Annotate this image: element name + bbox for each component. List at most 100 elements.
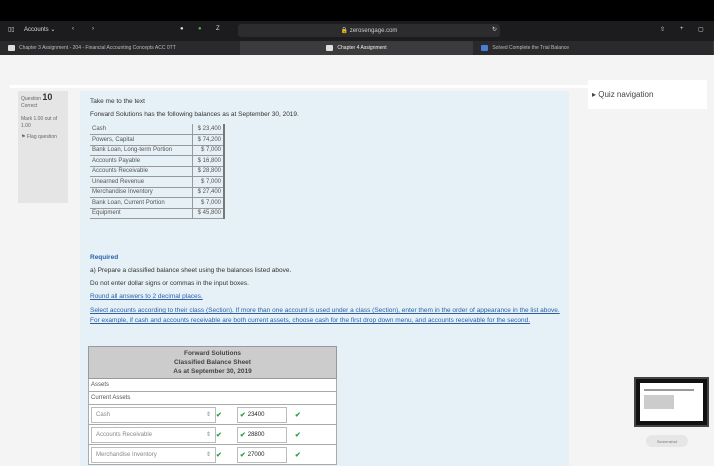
account-select[interactable]: Merchandise Inventory ⇕ [91, 446, 216, 463]
top-black-bar [0, 0, 714, 21]
check-icon: ✔ [294, 431, 301, 439]
account-input-row: Merchandise Inventory ⇕ ✔ ✔ 27000 ✔ [88, 445, 337, 465]
tab-chapter4[interactable]: Chapter 4 Assignment [240, 41, 474, 55]
balance-row: Merchandise Inventory $ 27,400 [90, 187, 225, 198]
required-heading: Required [90, 254, 119, 261]
question-content: Take me to the text Forward Solutions ha… [80, 91, 569, 466]
balance-row: Cash $ 23,400 [90, 124, 225, 135]
url-text: zerosengage.com [349, 27, 398, 34]
check-icon: ✔ [294, 451, 301, 459]
requirement-note-3: Select accounts according to their class… [90, 307, 560, 324]
balance-value: $ 7,000 [191, 145, 225, 156]
new-tab-icon[interactable]: + [680, 26, 684, 32]
quiz-navigation-label: Quiz navigation [598, 90, 654, 99]
extension-icon[interactable]: ● [198, 26, 202, 32]
select-arrow-icon: ⇕ [205, 412, 211, 418]
balance-row: Powers, Capital $ 74,200 [90, 134, 225, 146]
lock-icon: 🔒 [340, 28, 350, 34]
select-arrow-icon: ⇕ [205, 452, 211, 458]
reader-icon[interactable]: Z [216, 26, 220, 32]
balance-value: $ 28,800 [191, 166, 225, 177]
amount-input[interactable]: ✔ 27000 [236, 446, 287, 463]
prompt-text: Forward Solutions has the following bala… [90, 111, 299, 118]
account-select[interactable]: Cash ⇕ [91, 406, 216, 423]
requirement-note-1: Do not enter dollar signs or commas in t… [90, 280, 249, 287]
bs-title: Classified Balance Sheet [174, 359, 251, 366]
question-mark: Mark 1.00 out of 1.00 [21, 116, 58, 129]
flag-label: Flag question [26, 134, 57, 140]
check-icon: ✔ [216, 431, 222, 439]
balance-value: $ 45,800 [191, 208, 225, 219]
tab-chapter3[interactable]: Chapter 3 Assignment - 204 - Financial A… [0, 41, 241, 55]
quiz-navigation[interactable]: ▸ Quiz navigation [588, 80, 707, 109]
tab-overview-icon[interactable]: ▢ [698, 26, 704, 33]
tab-solved[interactable]: Solved Complete the Trial Balance [473, 41, 714, 55]
tab-label: Chapter 4 Assignment [337, 45, 387, 51]
account-input-row: Cash ⇕ ✔ ✔ 23400 ✔ [88, 405, 337, 425]
current-assets-label: Current Assets [91, 395, 131, 401]
amount-value: 28800 [247, 431, 265, 438]
amount-input[interactable]: ✔ 23400 [236, 406, 287, 423]
accounts-label: Accounts [24, 26, 49, 33]
account-select-value: Accounts Receivable [96, 431, 153, 438]
balance-row: Accounts Receivable $ 28,800 [90, 166, 225, 177]
question-label: Question [21, 96, 42, 102]
back-icon[interactable]: ‹ [72, 26, 74, 32]
shield-icon[interactable]: ● [180, 26, 184, 32]
balance-value: $ 16,800 [191, 155, 225, 167]
page: Question 10 Correct Mark 1.00 out of 1.0… [0, 55, 714, 466]
assets-row: Assets [88, 379, 337, 392]
screenshot-thumbnail[interactable] [634, 377, 709, 427]
balance-row: Equipment $ 45,800 [90, 208, 225, 219]
bs-date: As at September 30, 2019 [173, 368, 252, 375]
forward-icon[interactable]: › [92, 26, 94, 32]
balance-sheet-form: Forward Solutions Classified Balance She… [88, 346, 337, 465]
balance-account: Powers, Capital [90, 134, 192, 146]
screenshot-button[interactable]: Screenshot [646, 435, 688, 447]
balance-account: Cash [90, 124, 192, 135]
balance-row: Bank Loan, Current Portion $ 7,000 [90, 197, 225, 209]
balance-row: Unearned Revenue $ 7,000 [90, 176, 225, 188]
balance-row: Bank Loan, Long-term Portion $ 7,000 [90, 145, 225, 156]
intro-text: Take me to the text [90, 98, 145, 105]
balance-account: Unearned Revenue [90, 176, 192, 188]
accounts-menu[interactable]: Accounts ⌄ [24, 26, 55, 34]
balance-account: Bank Loan, Current Portion [90, 197, 192, 209]
assets-label: Assets [91, 382, 110, 388]
share-icon[interactable]: ⇧ [660, 26, 665, 33]
account-select-value: Merchandise Inventory [96, 451, 157, 458]
balance-account: Accounts Payable [90, 155, 192, 167]
address-bar[interactable]: 🔒 zerosengage.com [238, 24, 500, 37]
flag-question[interactable]: ⚑ Flag question [21, 134, 65, 141]
balance-value: $ 74,200 [191, 134, 225, 146]
tab-favicon [8, 45, 15, 51]
requirement-a: a) Prepare a classified balance sheet us… [90, 267, 292, 274]
reload-icon[interactable]: ↻ [492, 26, 497, 33]
balance-value: $ 27,400 [191, 187, 225, 198]
balance-account: Equipment [90, 208, 192, 219]
amount-input[interactable]: ✔ 28800 [236, 426, 287, 443]
check-icon: ✔ [216, 411, 222, 419]
balance-sheet-header: Forward Solutions Classified Balance She… [88, 346, 337, 379]
flag-icon: ⚑ [21, 134, 26, 140]
balance-account: Accounts Receivable [90, 166, 192, 177]
balance-value: $ 7,000 [191, 176, 225, 188]
current-assets-row: Current Assets [88, 392, 337, 405]
check-icon: ✔ [216, 451, 222, 459]
screenshot-button-label: Screenshot [656, 438, 678, 444]
question-status: Correct [21, 103, 38, 109]
check-icon: ✔ [239, 431, 246, 439]
sidebar-icon[interactable]: ▯▯ [8, 26, 15, 33]
expand-icon: ▸ [592, 90, 597, 99]
balances-table: Cash $ 23,400 Powers, Capital $ 74,200 Bank … [90, 124, 225, 219]
balance-account: Bank Loan, Long-term Portion [90, 145, 192, 156]
question-info: Question 10 Correct Mark 1.00 out of 1.0… [18, 91, 68, 203]
balance-account: Merchandise Inventory [90, 187, 192, 198]
select-arrow-icon: ⇕ [205, 432, 211, 438]
account-select[interactable]: Accounts Receivable ⇕ [91, 426, 216, 443]
question-number: 10 [42, 92, 53, 102]
thumbnail-line [644, 389, 694, 391]
balance-value: $ 7,000 [191, 197, 225, 209]
tab-favicon [326, 45, 334, 51]
tab-label: Chapter 3 Assignment - 204 - Financial A… [19, 45, 176, 51]
